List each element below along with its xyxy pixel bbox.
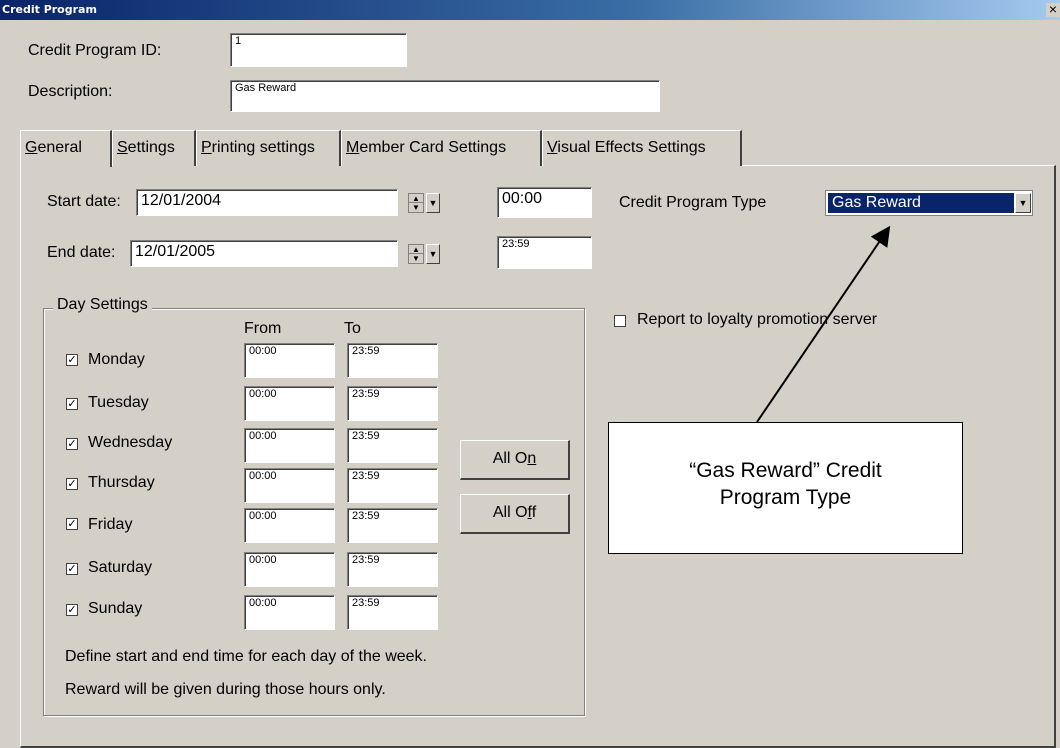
- tab-general[interactable]: General: [20, 130, 112, 167]
- annotation-callout: “Gas Reward” Credit Program Type: [608, 422, 963, 554]
- credit-program-window: Credit Program × Credit Program ID: 1 De…: [0, 0, 1060, 748]
- annotation-line1: “Gas Reward” Credit: [689, 459, 882, 482]
- annotation-arrow-icon: [756, 225, 891, 423]
- annotation-line2: Program Type: [719, 486, 852, 509]
